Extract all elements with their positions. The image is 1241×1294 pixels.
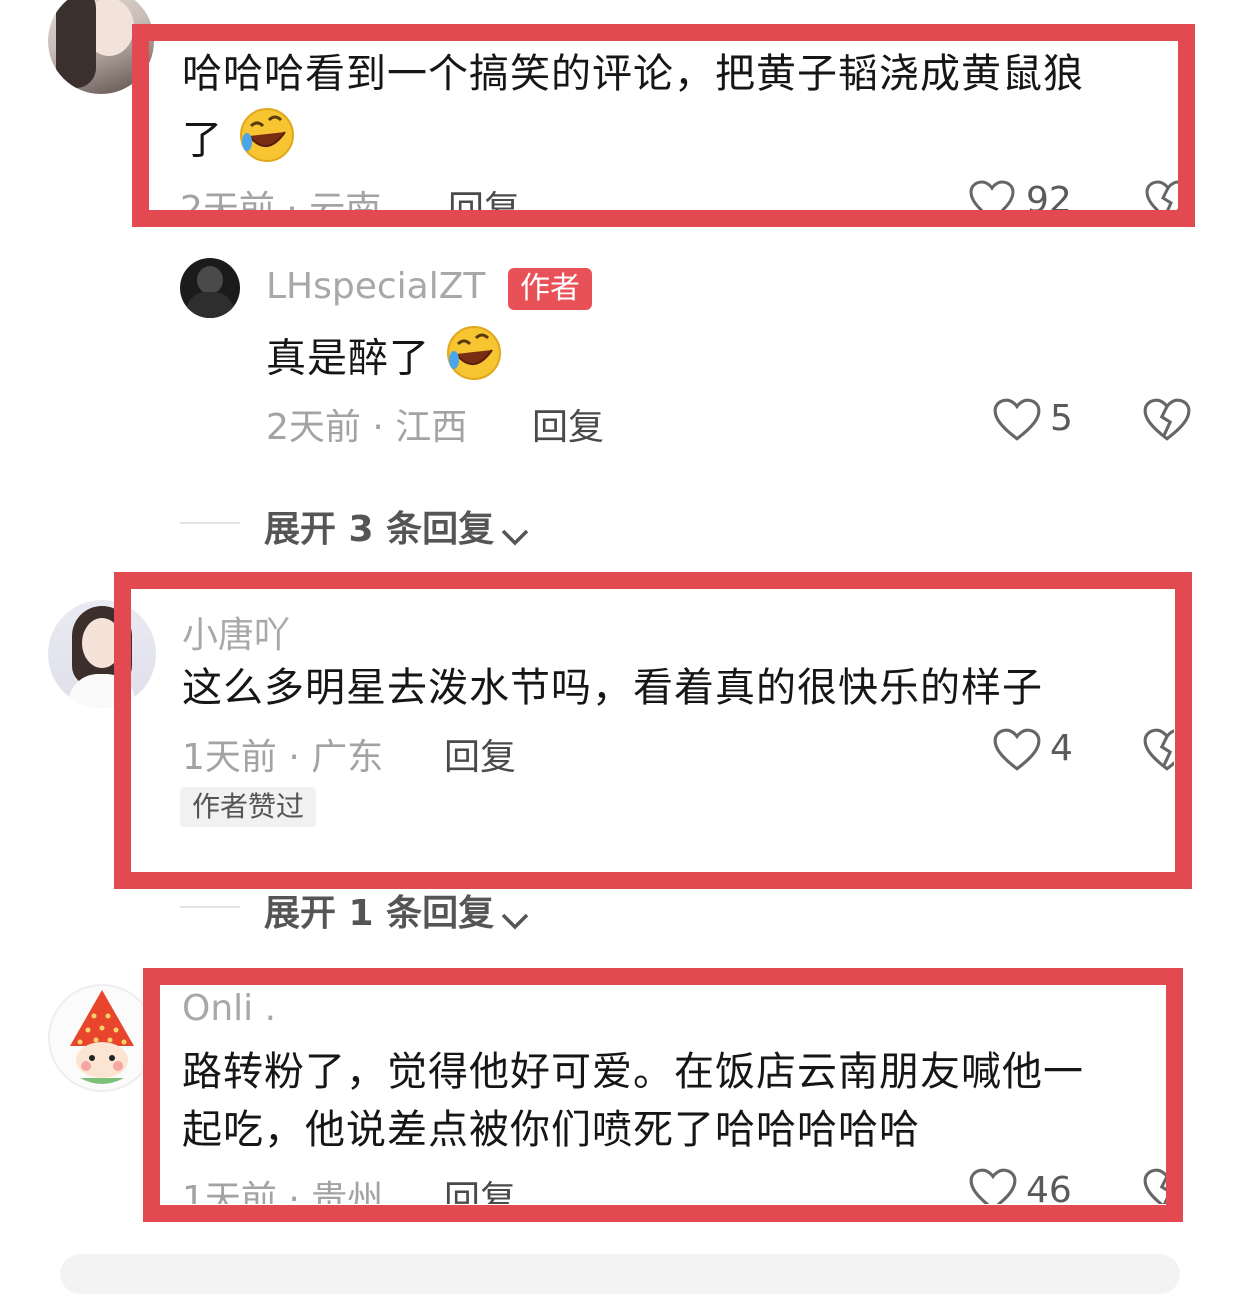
comment-text: 真是醉了 xyxy=(266,324,504,397)
username[interactable]: LHspecialZT xyxy=(266,266,485,307)
expand-replies-label: 展开 3 条回复 xyxy=(264,509,495,550)
reply-button[interactable]: 回复 xyxy=(532,398,604,450)
avatar[interactable] xyxy=(48,984,156,1092)
like-count: 5 xyxy=(1050,398,1073,439)
expand-replies-button[interactable]: 展开 3 条回复 xyxy=(264,500,531,552)
expand-replies-button[interactable]: 展开 1 条回复 xyxy=(264,884,531,936)
broken-heart-icon[interactable] xyxy=(1142,398,1192,446)
rolling-laughing-emoji xyxy=(444,324,504,397)
author-badge: 作者 xyxy=(508,268,592,310)
comment-meta: 2天前 · 江西 xyxy=(266,407,468,448)
highlight-box xyxy=(114,572,1192,889)
chevron-down-icon xyxy=(501,913,529,929)
chevron-down-icon xyxy=(501,529,529,545)
avatar[interactable] xyxy=(180,258,240,318)
divider xyxy=(180,906,240,908)
highlight-box xyxy=(132,24,1195,227)
highlight-box xyxy=(143,968,1183,1222)
divider xyxy=(180,522,240,524)
comment-text-line: 真是醉了 xyxy=(266,335,430,382)
heart-outline-icon[interactable] xyxy=(992,398,1042,446)
comment-input-bar[interactable] xyxy=(60,1254,1180,1294)
expand-replies-label: 展开 1 条回复 xyxy=(264,893,495,934)
